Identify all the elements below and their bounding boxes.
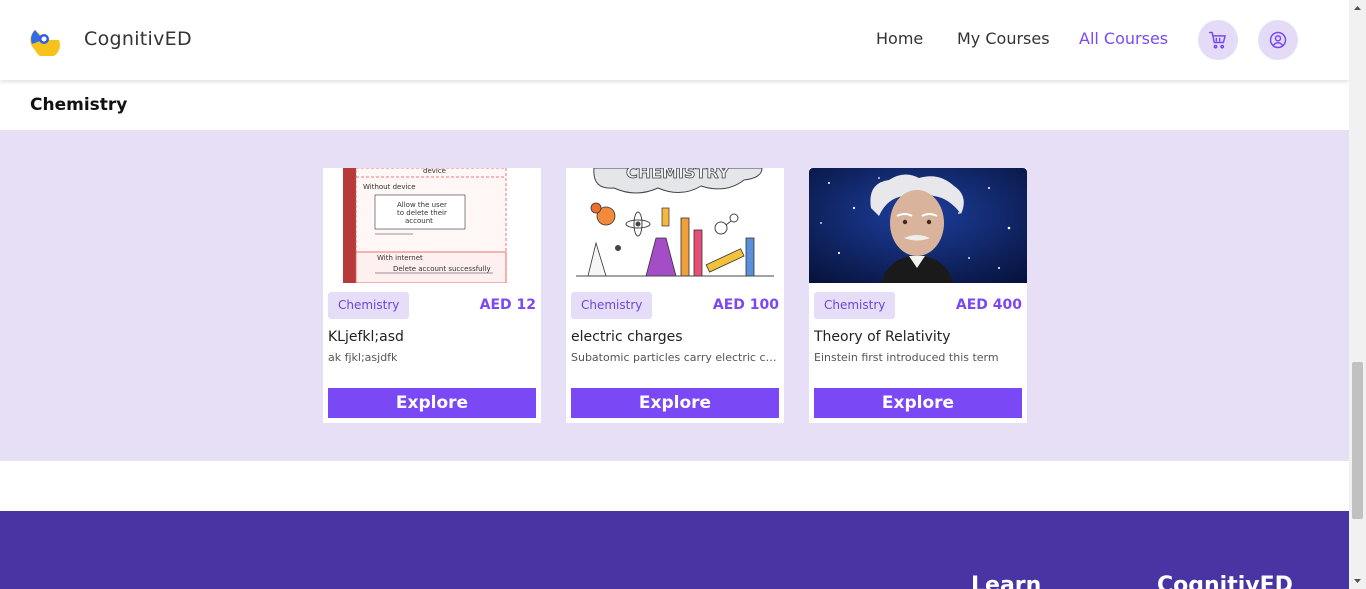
logo-icon[interactable] [29,24,61,56]
vertical-scrollbar[interactable] [1349,0,1366,589]
course-card[interactable]: device Without device Allow the user to … [323,168,541,423]
explore-button[interactable]: Explore [571,388,779,418]
course-thumbnail[interactable]: CHEMISTRY [566,168,784,283]
scroll-up-arrow-icon[interactable] [1349,0,1366,17]
explore-button[interactable]: Explore [814,388,1022,418]
section-title: Chemistry [30,95,128,115]
scroll-down-arrow-icon[interactable] [1349,572,1366,589]
category-tag[interactable]: Chemistry [328,292,410,319]
course-card[interactable]: CHEMISTRY Chemistry AED 100 electric cha… [566,168,784,423]
top-navbar: CognitivED Home My Courses All Courses [0,0,1349,80]
footer-heading-learn: Learn [971,573,1042,589]
category-tag[interactable]: Chemistry [571,292,653,319]
page: CognitivED Home My Courses All Courses C… [0,0,1349,589]
brand-name[interactable]: CognitivED [84,28,192,50]
course-price: AED 100 [712,297,779,313]
flow-text: to delete their [397,209,447,217]
course-description: ak fjkl;asjdfk [328,351,398,364]
cart-icon [1208,31,1226,49]
course-price: AED 12 [479,297,536,313]
course-title: electric charges [571,329,683,345]
flow-text: device [423,168,446,175]
nav-all-courses[interactable]: All Courses [1079,29,1168,48]
flow-text: Allow the user [397,201,447,209]
course-card[interactable]: Chemistry AED 400 Theory of Relativity E… [809,168,1027,423]
flow-text: Without device [363,183,416,191]
flow-text: Delete account successfully [393,265,491,273]
nav-home[interactable]: Home [876,29,923,48]
category-tag[interactable]: Chemistry [814,292,896,319]
profile-button[interactable] [1258,20,1298,60]
footer: Learn CognitivED [0,511,1349,589]
course-thumbnail[interactable]: device Without device Allow the user to … [323,168,541,283]
course-description: Einstein first introduced this term [814,351,999,364]
course-price: AED 400 [955,297,1022,313]
flow-text: account [405,217,433,225]
course-title: Theory of Relativity [814,329,951,345]
course-thumbnail[interactable] [809,168,1027,283]
einstein-space-image [809,168,1027,283]
footer-heading-brand: CognitivED [1157,573,1293,589]
explore-button[interactable]: Explore [328,388,536,418]
flowchart-diagram-image: device Without device Allow the user to … [323,168,541,283]
course-title: KLjefkl;asd [328,329,404,345]
user-circle-icon [1269,31,1287,49]
flow-text: With internet [377,254,423,262]
nav-my-courses[interactable]: My Courses [957,29,1050,48]
chemistry-doodle-image: CHEMISTRY [566,168,784,283]
cart-button[interactable] [1198,20,1238,60]
chemistry-lettering: CHEMISTRY [626,168,730,182]
course-description: Subatomic particles carry electric charg… [571,351,779,364]
scrollbar-thumb[interactable] [1352,362,1363,519]
